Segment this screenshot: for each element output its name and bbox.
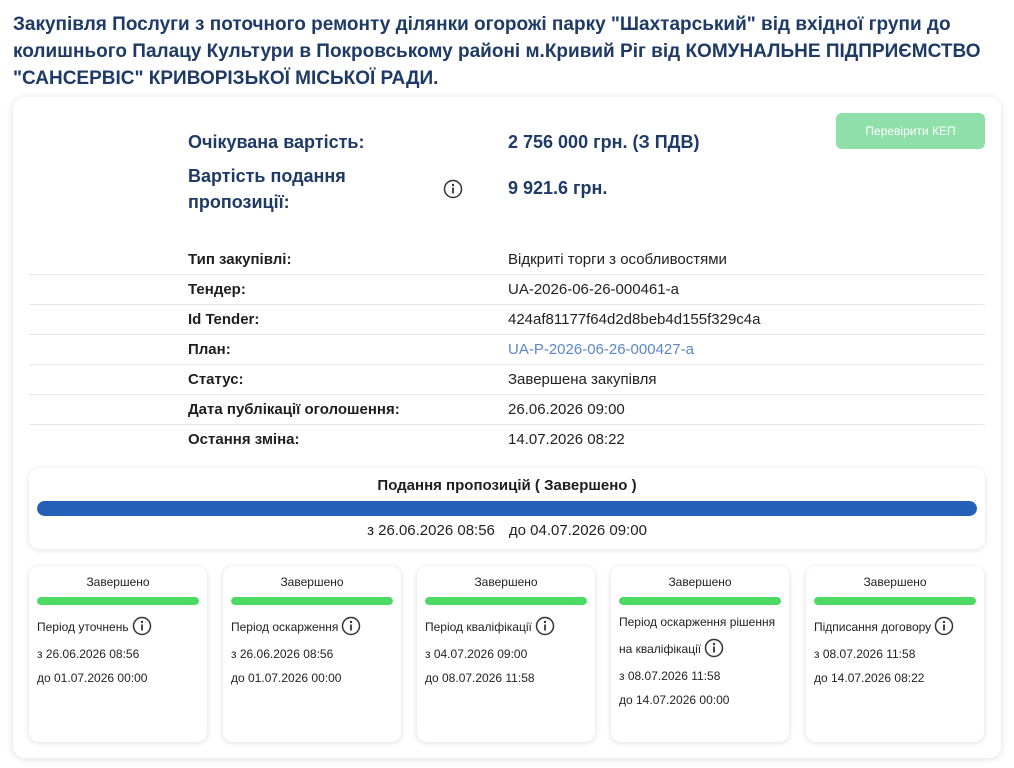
detail-value: Відкриті торги з особливостями (508, 251, 727, 268)
detail-label: Id Tender: (188, 311, 260, 328)
stage-from: з 08.07.2026 11:58 (814, 647, 916, 661)
expected-cost-label: Очікувана вартість: (188, 132, 365, 152)
stage-to: до 01.07.2026 00:00 (37, 671, 148, 685)
stage-name: Період оскарження рішення на кваліфікаці… (619, 615, 776, 658)
stage-from: з 26.06.2026 08:56 (37, 647, 140, 661)
expected-cost-value: 2 756 000 грн. (З ПДВ) (508, 132, 700, 152)
detail-label: Дата публікації оголошення: (188, 401, 400, 418)
detail-row-last-change: Остання зміна: 14.07.2026 08:22 (29, 425, 985, 455)
info-icon[interactable] (535, 616, 555, 636)
detail-row-tender: Тендер: UA-2026-06-26-000461-a (29, 275, 985, 305)
stage-dates: з 04.07.2026 09:00 до 08.07.2026 11:58 (425, 646, 589, 686)
detail-label: Тип закупівлі: (188, 251, 292, 268)
detail-value: 14.07.2026 08:22 (508, 431, 625, 448)
stage-card: Завершено Період кваліфікації з 04.07.20… (417, 566, 595, 742)
detail-row-id-tender: Id Tender: 424af81177f64d2d8beb4d155f329… (29, 305, 985, 335)
page-title: Закупівля Послуги з поточного ремонту ді… (13, 14, 981, 89)
detail-row-plan: План: UA-P-2026-06-26-000427-a (29, 335, 985, 365)
tender-details: Тип закупівлі: Відкриті торги з особливо… (29, 245, 985, 455)
stage-progress-fill (619, 597, 781, 605)
stage-progress-bar (425, 597, 587, 605)
stage-to: до 01.07.2026 00:00 (231, 671, 342, 685)
stage-to: до 08.07.2026 11:58 (425, 671, 535, 685)
detail-label: Тендер: (188, 281, 246, 298)
stage-from: з 04.07.2026 09:00 (425, 647, 528, 661)
stage-dates: з 26.06.2026 08:56 до 01.07.2026 00:00 (231, 646, 395, 686)
stage-from: з 26.06.2026 08:56 (231, 647, 334, 661)
submission-from: з 26.06.2026 08:56 (367, 522, 495, 539)
stage-card: Завершено Період оскарження з 26.06.2026… (223, 566, 401, 742)
submission-cost-label: Вартість подання пропозиції: (188, 166, 346, 212)
stage-status: Завершено (280, 575, 344, 589)
detail-row-status: Статус: Завершена закупівля (29, 365, 985, 395)
detail-value: UA-2026-06-26-000461-a (508, 281, 679, 298)
stage-name: Підписання договору (814, 611, 978, 638)
info-icon[interactable] (132, 616, 152, 636)
submission-progress-bar (37, 501, 977, 516)
stage-progress-bar (37, 597, 199, 605)
stage-name: Період оскарження (231, 611, 395, 638)
stage-dates: з 08.07.2026 11:58 до 14.07.2026 00:00 (619, 668, 783, 708)
detail-label: Остання зміна: (188, 431, 300, 448)
tender-card: Перевірити КЕП Очікувана вартість: 2 756… (13, 97, 1001, 758)
detail-value: Завершена закупівля (508, 371, 657, 388)
stage-name: Період кваліфікації (425, 611, 589, 638)
stage-progress-bar (231, 597, 393, 605)
stage-status: Завершено (668, 575, 732, 589)
submission-period-panel: Подання пропозицій ( Завершено ) з 26.06… (29, 468, 985, 549)
stage-progress-bar (619, 597, 781, 605)
info-icon[interactable] (704, 638, 724, 658)
stage-card: Завершено Період оскарження рішення на к… (611, 566, 789, 742)
stage-dates: з 26.06.2026 08:56 до 01.07.2026 00:00 (37, 646, 201, 686)
stages-row: Завершено Період уточнень з 26.06.2026 0… (29, 566, 989, 742)
submission-cost-value: 9 921.6 грн. (508, 178, 608, 198)
stage-to: до 14.07.2026 08:22 (814, 671, 925, 685)
stage-status: Завершено (474, 575, 538, 589)
stage-from: з 08.07.2026 11:58 (619, 669, 721, 683)
detail-value: 26.06.2026 09:00 (508, 401, 625, 418)
plan-link[interactable]: UA-P-2026-06-26-000427-a (508, 341, 694, 358)
submission-period-title: Подання пропозицій ( Завершено ) (377, 477, 637, 494)
stage-progress-fill (425, 597, 587, 605)
stage-progress-bar (814, 597, 976, 605)
check-kep-button[interactable]: Перевірити КЕП (836, 113, 985, 149)
stage-name: Період уточнень (37, 611, 201, 638)
stage-status: Завершено (863, 575, 927, 589)
info-icon[interactable] (934, 616, 954, 636)
detail-label: План: (188, 341, 231, 358)
info-icon[interactable] (443, 179, 463, 199)
stage-card: Завершено Підписання договору з 08.07.20… (806, 566, 984, 742)
detail-label: Статус: (188, 371, 244, 388)
stage-card: Завершено Період уточнень з 26.06.2026 0… (29, 566, 207, 742)
submission-period-dates: з 26.06.2026 08:56 до 04.07.2026 09:00 (29, 522, 985, 539)
detail-row-type: Тип закупівлі: Відкриті торги з особливо… (29, 245, 985, 275)
stage-progress-fill (814, 597, 976, 605)
stage-progress-fill (231, 597, 393, 605)
info-icon[interactable] (341, 616, 361, 636)
stage-status: Завершено (86, 575, 150, 589)
submission-to: до 04.07.2026 09:00 (508, 522, 647, 539)
stage-dates: з 08.07.2026 11:58 до 14.07.2026 08:22 (814, 646, 978, 686)
detail-value: 424af81177f64d2d8beb4d155f329c4a (508, 311, 761, 328)
stage-to: до 14.07.2026 00:00 (619, 693, 730, 707)
detail-row-published: Дата публікації оголошення: 26.06.2026 0… (29, 395, 985, 425)
submission-progress-fill (37, 501, 977, 516)
stage-progress-fill (37, 597, 199, 605)
